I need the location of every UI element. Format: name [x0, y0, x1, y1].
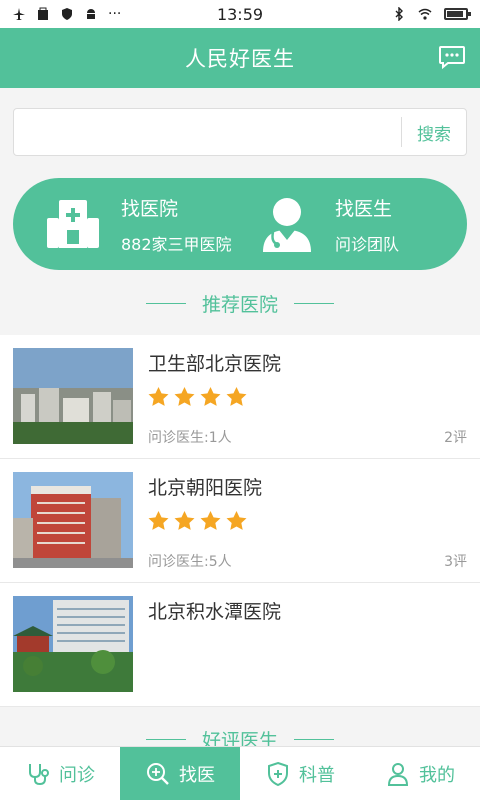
- tab-profile-label: 我的: [419, 764, 455, 786]
- tab-science[interactable]: 科普: [240, 747, 360, 800]
- rating-stars: [148, 387, 247, 407]
- doctor-icon: [263, 198, 311, 252]
- quick-entry-banner: 找医院 882家三甲医院 找医生 问诊团队: [13, 178, 467, 270]
- divider-line: [145, 303, 186, 304]
- recommended-section-title: 推荐医院: [201, 294, 278, 316]
- hospital-list: 卫生部北京医院 问诊医生:1人 2评 北京朝阳医院 问诊医生:5人 3评 北京积…: [0, 335, 480, 707]
- find-doctor-subtitle: 问诊团队: [335, 234, 400, 254]
- rating-stars: [148, 511, 247, 531]
- star-icon: [174, 387, 195, 406]
- find-hospital-button[interactable]: 找医院 882家三甲医院: [13, 178, 233, 270]
- divider-line: [294, 739, 334, 740]
- hospital-photo: [13, 472, 133, 568]
- tab-consult[interactable]: 问诊: [0, 747, 120, 800]
- app-header: 人民好医生: [0, 28, 480, 88]
- hospital-list-item[interactable]: 北京朝阳医院 问诊医生:5人 3评: [0, 459, 480, 583]
- stethoscope-icon: [29, 763, 49, 785]
- star-icon: [226, 511, 247, 530]
- divider-line: [294, 303, 334, 304]
- star-icon: [200, 511, 221, 530]
- star-icon: [174, 511, 195, 530]
- status-icons-left: ···: [12, 6, 121, 22]
- battery-icon: [444, 8, 471, 20]
- airplane-icon: [13, 8, 25, 20]
- tab-consult-label: 问诊: [59, 764, 95, 786]
- divider-line: [145, 739, 186, 740]
- hospital-list-item[interactable]: 卫生部北京医院 问诊医生:1人 2评: [0, 335, 480, 459]
- recommended-section-header: 推荐医院: [0, 290, 480, 317]
- hospital-list-item[interactable]: 北京积水潭医院: [0, 583, 480, 707]
- status-bar: ··· 13:59: [0, 0, 480, 28]
- star-icon: [200, 387, 221, 406]
- search-input[interactable]: [14, 109, 401, 155]
- more-dots-icon: ···: [108, 6, 122, 22]
- find-doctor-button[interactable]: 找医生 问诊团队: [233, 178, 467, 270]
- shield-plus-icon: [268, 761, 288, 786]
- person-icon: [387, 762, 409, 786]
- page-title: 人民好医生: [185, 47, 295, 71]
- tab-profile[interactable]: 我的: [360, 747, 480, 800]
- hospital-icon: [47, 200, 99, 248]
- find-doctor-title: 找医生: [335, 197, 393, 220]
- star-icon: [148, 511, 169, 530]
- status-icons-right: [392, 7, 471, 21]
- chat-bubble-icon[interactable]: [438, 44, 466, 70]
- tab-find-doctor[interactable]: 找医: [120, 747, 240, 800]
- tab-find-doctor-label: 找医: [179, 764, 215, 786]
- search-bar: 搜索: [13, 108, 467, 156]
- bluetooth-icon: [395, 7, 403, 21]
- wifi-icon: [418, 8, 432, 20]
- android-icon: [87, 9, 95, 19]
- find-hospital-subtitle: 882家三甲医院: [121, 234, 232, 254]
- hospital-name: 北京积水潭医院: [148, 601, 282, 623]
- find-hospital-title: 找医院: [121, 197, 179, 220]
- search-plus-icon: [147, 762, 169, 785]
- hospital-name: 卫生部北京医院: [148, 353, 282, 375]
- hospital-photo: [13, 348, 133, 444]
- shield-icon: [62, 8, 72, 20]
- star-icon: [226, 387, 247, 406]
- search-button[interactable]: 搜索: [402, 120, 466, 145]
- hospital-photo: [13, 596, 133, 692]
- doctor-count: 问诊医生:1人: [148, 430, 232, 446]
- tab-science-label: 科普: [299, 764, 335, 786]
- review-count: 2评: [444, 430, 467, 446]
- review-count: 3评: [444, 554, 467, 570]
- star-icon: [148, 387, 169, 406]
- doctor-count: 问诊医生:5人: [148, 554, 232, 570]
- hospital-name: 北京朝阳医院: [148, 477, 263, 499]
- bag-icon: [38, 7, 48, 20]
- status-time: 13:59: [216, 4, 264, 24]
- bottom-navigation: 问诊 找医 科普 我的: [0, 746, 480, 800]
